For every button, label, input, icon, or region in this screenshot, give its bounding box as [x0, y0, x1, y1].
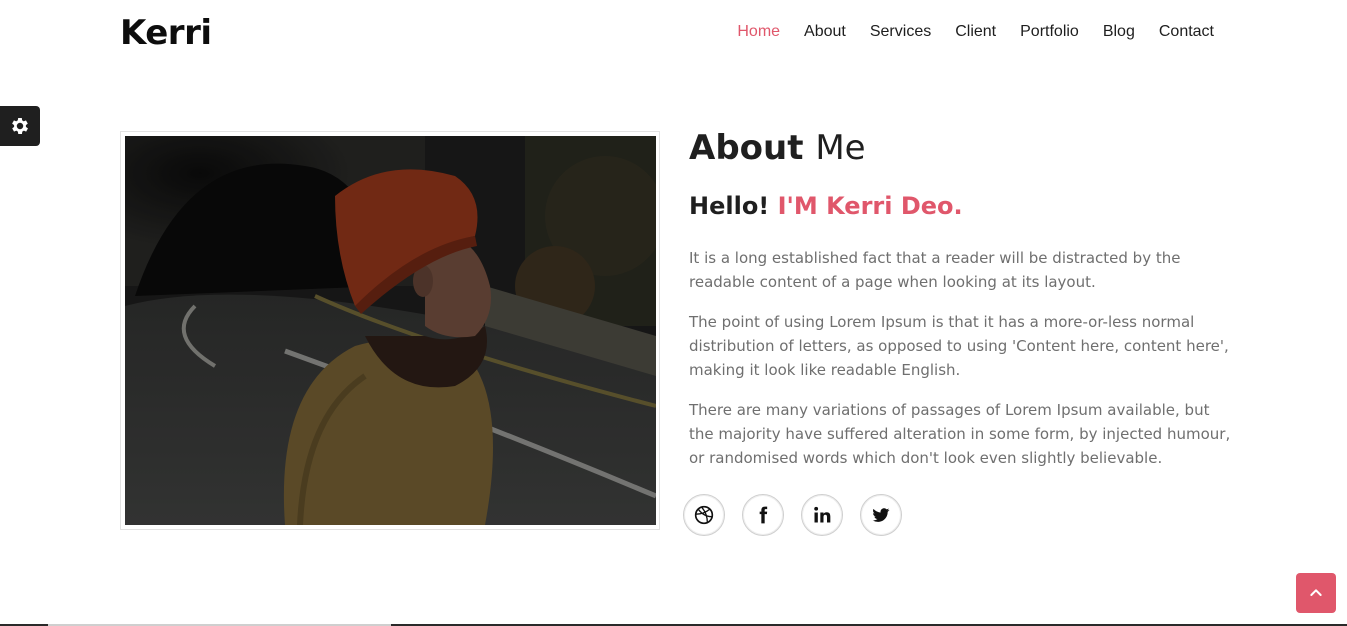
facebook-icon	[759, 506, 768, 524]
nav-client[interactable]: Client	[955, 23, 996, 41]
portrait-image	[125, 136, 656, 525]
twitter-link[interactable]	[860, 494, 902, 536]
nav-home[interactable]: Home	[737, 23, 780, 41]
name-text: I'M Kerri Deo.	[777, 192, 963, 220]
linkedin-link[interactable]	[801, 494, 843, 536]
greeting-heading: Hello! I'M Kerri Deo.	[689, 192, 963, 220]
dribbble-link[interactable]	[683, 494, 725, 536]
facebook-link[interactable]	[742, 494, 784, 536]
about-heading: About Me	[689, 128, 866, 168]
nav-contact[interactable]: Contact	[1159, 23, 1214, 41]
back-to-top-button[interactable]	[1296, 573, 1336, 613]
social-links	[683, 494, 902, 536]
dribbble-icon	[694, 505, 714, 525]
nav-about[interactable]: About	[804, 23, 846, 41]
about-paragraph-2: The point of using Lorem Ipsum is that i…	[689, 313, 1229, 379]
chevron-up-icon	[1310, 589, 1322, 596]
nav-services[interactable]: Services	[870, 23, 931, 41]
about-paragraph-3: There are many variations of passages of…	[689, 401, 1231, 467]
main-nav: Home About Services Client Portfolio Blo…	[737, 23, 1214, 41]
settings-button[interactable]	[0, 106, 40, 146]
about-paragraph-1: It is a long established fact that a rea…	[689, 249, 1181, 291]
site-logo[interactable]: Kerri	[120, 13, 212, 53]
about-heading-light: Me	[815, 128, 866, 168]
profile-photo	[120, 131, 660, 530]
nav-blog[interactable]: Blog	[1103, 23, 1135, 41]
twitter-icon	[872, 508, 890, 522]
about-heading-bold: About	[689, 128, 804, 168]
nav-portfolio[interactable]: Portfolio	[1020, 23, 1079, 41]
gear-icon	[12, 118, 28, 134]
greeting-text: Hello!	[689, 192, 770, 220]
linkedin-icon	[814, 506, 831, 523]
